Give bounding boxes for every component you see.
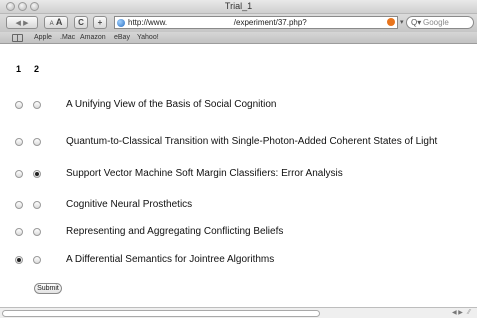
browser-toolbar: ◀ ▶ A A C + http://www. /experiment/37.p… [0,14,477,32]
item-title: A Differential Semantics for Jointree Al… [66,254,275,265]
item-4-radio-2[interactable] [33,201,41,209]
search-engine-dropdown-icon[interactable]: ▾ [400,18,404,26]
resize-grip-icon[interactable]: ⁄⁄ [468,309,470,316]
column-header-1: 1 [16,64,22,74]
snapback-icon[interactable] [387,18,395,26]
item-title: Support Vector Machine Soft Margin Class… [66,168,343,179]
item-5-radio-2[interactable] [33,228,41,236]
text-smaller-label[interactable]: A [50,21,54,27]
item-5-radio-1[interactable] [15,228,23,236]
submit-button[interactable]: Submit [34,283,62,294]
item-title: Representing and Aggregating Conflicting… [66,226,284,237]
text-size-buttons[interactable]: A A [44,16,68,29]
item-1-radio-2[interactable] [33,101,41,109]
address-bar[interactable]: http://www. /experiment/37.php? [114,16,398,29]
reload-button[interactable]: C [74,16,88,29]
search-field[interactable]: Q▾ Google [406,16,474,29]
item-1-radio-1[interactable] [15,101,23,109]
scroll-arrows-icon[interactable]: ◀ ▶ [452,308,463,318]
horizontal-scrollbar[interactable]: ◀ ▶ [0,307,477,318]
window-titlebar: Trial_1 [0,0,477,14]
scrollbar-thumb[interactable] [2,310,320,317]
bookmark-yahoo[interactable]: Yahoo! [137,33,159,43]
item-4-radio-1[interactable] [15,201,23,209]
bookmarks-book-icon[interactable] [12,34,23,42]
back-arrow-icon[interactable]: ◀ [15,20,20,27]
search-placeholder: Google [423,18,449,27]
item-6-radio-1[interactable] [15,256,23,264]
forward-arrow-icon[interactable]: ▶ [23,20,28,27]
item-2-radio-2[interactable] [33,138,41,146]
add-bookmark-button[interactable]: + [93,16,107,29]
item-title: Quantum-to-Classical Transition with Sin… [66,136,438,147]
item-2-radio-1[interactable] [15,138,23,146]
window-title: Trial_1 [224,1,253,11]
search-icon: Q▾ [411,18,422,27]
column-header-2: 2 [34,64,40,74]
item-6-radio-2[interactable] [33,256,41,264]
item-title: A Unifying View of the Basis of Social C… [66,99,277,110]
text-bigger-label[interactable]: A [56,17,63,27]
globe-icon [117,19,125,27]
item-title: Cognitive Neural Prosthetics [66,199,193,210]
address-bar-url: http://www. /experiment/37.php? [128,18,307,27]
item-3-radio-1[interactable] [15,170,23,178]
bookmark-amazon[interactable]: Amazon [80,33,106,43]
item-3-radio-2[interactable] [33,170,41,178]
back-forward-buttons[interactable]: ◀ ▶ [6,16,38,29]
bookmark-mac[interactable]: .Mac [60,33,75,43]
bookmark-ebay[interactable]: eBay [114,33,130,43]
bookmark-apple[interactable]: Apple [34,33,52,43]
bookmarks-bar: Apple .Mac Amazon eBay Yahoo! [0,32,477,44]
